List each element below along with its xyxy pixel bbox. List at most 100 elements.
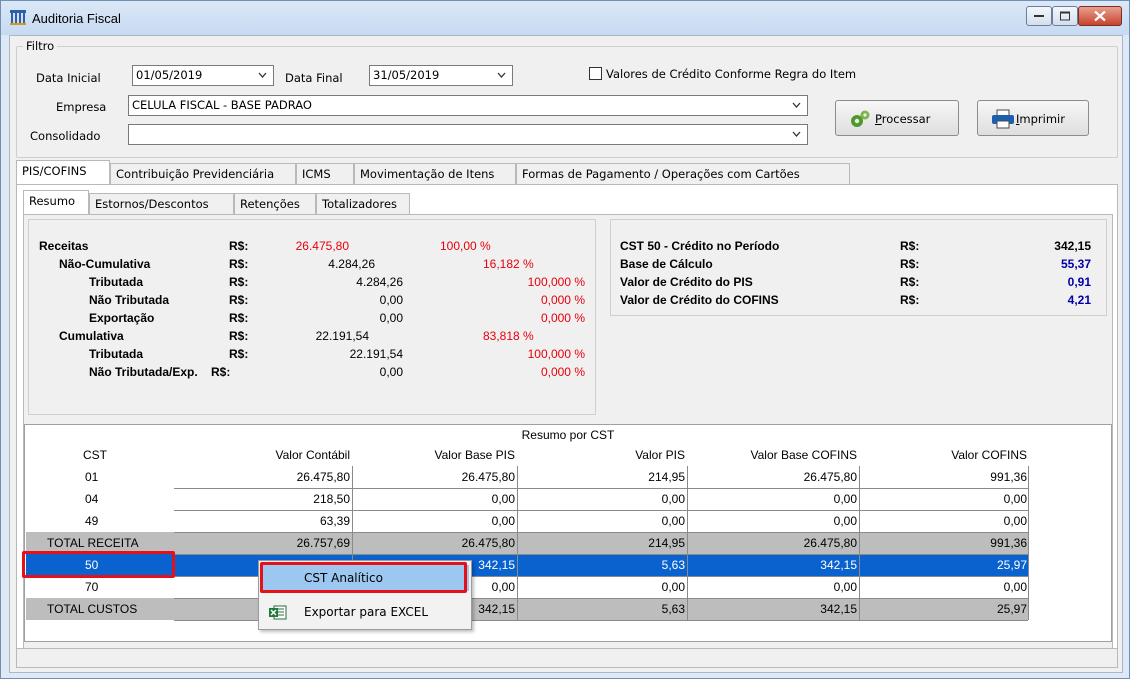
column-header[interactable]: CST — [83, 444, 123, 466]
menu-item-exportar-excel[interactable]: Exportar para EXCEL — [261, 599, 469, 625]
chevron-down-icon[interactable] — [497, 72, 506, 79]
data-final-value: 31/05/2019 — [373, 68, 440, 82]
table-cell[interactable]: 26.757,69 — [180, 532, 350, 554]
column-header[interactable]: Valor Base COFINS — [690, 444, 857, 466]
column-header[interactable]: Valor PIS — [520, 444, 685, 466]
cst50-credito-value: 342,15 — [1054, 239, 1091, 253]
receitas-pct: 100,00 % — [440, 239, 491, 253]
cumulativa-value: 22.191,54 — [315, 329, 369, 343]
tab-totalizadores[interactable]: Totalizadores — [316, 193, 410, 214]
close-button[interactable] — [1078, 6, 1122, 26]
cst50-credito-label: CST 50 - Crédito no Período — [620, 239, 780, 253]
table-cell[interactable]: 0,00 — [861, 510, 1027, 532]
highlight-cst50 — [22, 551, 175, 578]
tab-resumo[interactable]: Resumo — [23, 190, 89, 214]
exportacao-pct: 0,000 % — [540, 311, 585, 325]
table-cell[interactable]: 214,95 — [520, 466, 685, 488]
table-cell[interactable]: 5,63 — [520, 598, 685, 620]
table-cell[interactable]: 0,00 — [520, 510, 685, 532]
close-icon — [1094, 10, 1106, 22]
empresa-value: CELULA FISCAL - BASE PADRAO — [132, 98, 312, 112]
currency-label: R$: — [229, 275, 249, 289]
minimize-button[interactable] — [1026, 6, 1052, 26]
table-cell[interactable]: 25,97 — [861, 598, 1027, 620]
table-cell[interactable]: 342,15 — [690, 554, 857, 576]
data-inicial-field[interactable]: 01/05/2019 — [132, 65, 274, 86]
receitas-value: 26.475,80 — [295, 239, 349, 253]
cumulativa-pct: 83,818 % — [483, 329, 534, 343]
data-final-field[interactable]: 31/05/2019 — [369, 65, 513, 86]
tab-retencoes[interactable]: Retenções — [234, 193, 316, 214]
tab-pis-cofins[interactable]: PIS/COFINS — [16, 160, 110, 184]
table-cell[interactable]: 0,00 — [690, 576, 857, 598]
currency-label: R$: — [229, 293, 249, 307]
table-cell[interactable]: 25,97 — [861, 554, 1027, 576]
maximize-button[interactable] — [1052, 6, 1078, 26]
chevron-down-icon[interactable] — [792, 131, 801, 138]
table-cell[interactable]: 0,00 — [520, 488, 685, 510]
table-cell[interactable]: 0,00 — [355, 510, 515, 532]
column-header[interactable]: Valor COFINS — [861, 444, 1027, 466]
currency-label: R$: — [211, 365, 231, 379]
base-calculo-value: 55,37 — [1060, 257, 1091, 271]
table-row-cst[interactable]: 70 — [85, 576, 145, 598]
printer-icon — [992, 109, 1014, 129]
nao-tributada-pct: 0,000 % — [540, 293, 585, 307]
currency-label: R$: — [229, 347, 249, 361]
tab-formas-pagamento[interactable]: Formas de Pagamento / Operações com Cart… — [516, 163, 850, 184]
table-cell[interactable]: 26.475,80 — [690, 466, 857, 488]
nao-tributada-value: 0,00 — [379, 293, 403, 307]
tab-estornos-descontos[interactable]: Estornos/Descontos — [89, 193, 234, 214]
nao-cumulativa-label: Não-Cumulativa — [59, 257, 151, 271]
credito-box: CST 50 - Crédito no Período R$: 342,15 B… — [610, 219, 1107, 316]
filter-group: Filtro Data Inicial 01/05/2019 Data Fina… — [16, 39, 1118, 158]
table-cell[interactable]: 0,00 — [690, 488, 857, 510]
creditos-regra-checkbox[interactable] — [589, 67, 602, 80]
credito-pis-value: 0,91 — [1067, 275, 1091, 289]
column-header[interactable]: Valor Base PIS — [355, 444, 515, 466]
tributada-value: 4.284,26 — [356, 275, 403, 289]
tab-icms[interactable]: ICMS — [296, 163, 354, 184]
table-cell[interactable]: 991,36 — [861, 466, 1027, 488]
table-cell[interactable]: 0,00 — [690, 510, 857, 532]
table-cell[interactable]: 26.475,80 — [355, 532, 515, 554]
currency-label: R$: — [229, 329, 249, 343]
table-cell[interactable]: 0,00 — [861, 576, 1027, 598]
resumo-cst-grid[interactable]: Resumo por CST CST Valor Contábil Valor … — [24, 424, 1112, 642]
consolidado-field[interactable] — [128, 124, 808, 145]
table-cell[interactable]: 214,95 — [520, 532, 685, 554]
nao-cumulativa-pct: 16,182 % — [483, 257, 534, 271]
chevron-down-icon[interactable] — [258, 72, 267, 79]
table-row-cst[interactable]: 04 — [85, 488, 145, 510]
processar-button[interactable]: Processar — [835, 100, 959, 136]
table-cell[interactable]: 0,00 — [861, 488, 1027, 510]
currency-label: R$: — [900, 257, 920, 271]
table-cell[interactable]: 0,00 — [355, 488, 515, 510]
empresa-field[interactable]: CELULA FISCAL - BASE PADRAO — [128, 95, 808, 116]
client-area: Filtro Data Inicial 01/05/2019 Data Fina… — [9, 35, 1123, 673]
currency-label: R$: — [900, 293, 920, 307]
column-header[interactable]: Valor Contábil — [180, 444, 350, 466]
table-cell[interactable]: 26.475,80 — [355, 466, 515, 488]
table-cell[interactable]: 5,63 — [520, 554, 685, 576]
table-cell[interactable]: 342,15 — [690, 598, 857, 620]
exportacao-value: 0,00 — [379, 311, 403, 325]
tab-contribuicao-previdenciaria[interactable]: Contribuição Previdenciária — [110, 163, 296, 184]
base-calculo-label: Base de Cálculo — [620, 257, 713, 271]
maximize-icon — [1060, 11, 1070, 21]
total-custos-label[interactable]: TOTAL CUSTOS — [47, 598, 177, 620]
nao-tributada-label: Não Tributada — [89, 293, 170, 307]
table-cell[interactable]: 63,39 — [180, 510, 350, 532]
consolidado-label: Consolidado — [30, 129, 101, 143]
table-row-cst[interactable]: 01 — [85, 466, 145, 488]
minimize-icon — [1034, 15, 1044, 17]
table-cell[interactable]: 0,00 — [520, 576, 685, 598]
table-cell[interactable]: 991,36 — [861, 532, 1027, 554]
tab-movimentacao-itens[interactable]: Movimentação de Itens — [354, 163, 516, 184]
table-cell[interactable]: 26.475,80 — [180, 466, 350, 488]
imprimir-button[interactable]: Imprimir — [977, 100, 1089, 136]
table-cell[interactable]: 218,50 — [180, 488, 350, 510]
table-cell[interactable]: 26.475,80 — [690, 532, 857, 554]
chevron-down-icon[interactable] — [792, 102, 801, 109]
table-row-cst[interactable]: 49 — [85, 510, 145, 532]
